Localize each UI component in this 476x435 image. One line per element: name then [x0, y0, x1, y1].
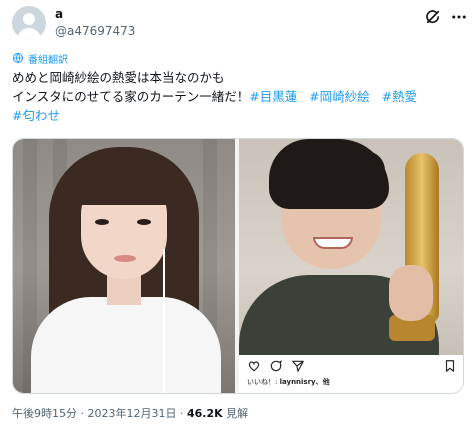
avatar-body-shape	[17, 28, 41, 40]
user-handle[interactable]: @a47697473	[55, 24, 135, 38]
hashtag-meguro-ren[interactable]: #目黒蓮	[249, 89, 297, 104]
display-name[interactable]: a	[55, 7, 63, 21]
translate-link[interactable]: 番組翻訳	[12, 51, 68, 66]
hashtag-niowase[interactable]: #匂わせ	[12, 108, 60, 123]
share-icon[interactable]	[291, 359, 305, 373]
likes-users: laynnisry、他	[279, 378, 330, 386]
heart-icon[interactable]	[247, 359, 261, 373]
avatar-head-shape	[23, 13, 35, 25]
lip-shape	[114, 255, 136, 262]
tweet-time[interactable]: 午後9時15分	[12, 407, 77, 420]
eye-shape	[137, 219, 151, 225]
earphone-cable	[163, 249, 165, 393]
neck-shape	[107, 275, 141, 305]
translate-label: 番組翻訳	[28, 54, 68, 66]
views-label: 見解	[226, 407, 249, 420]
tweet-meta: 午後9時15分 · 2023年12月31日 · 46.2K 見解	[12, 405, 248, 421]
bangs-shape	[75, 165, 173, 205]
view-count: 46.2K	[187, 407, 223, 420]
meta-separator: ·	[180, 407, 184, 420]
likes-prefix: いいね！:	[247, 378, 278, 386]
photo-left-woman[interactable]	[13, 139, 235, 393]
tweet-header: a @a47697473	[12, 6, 466, 46]
eye-shape	[95, 219, 109, 225]
tweet-date[interactable]: 2023年12月31日	[88, 407, 177, 420]
meta-separator: ·	[80, 407, 85, 420]
tweet-media[interactable]: いいね！: laynnisry、他	[12, 138, 464, 394]
fringe-shape	[277, 151, 385, 185]
tweet-line-2: インスタにのせてる家のカーテン一緒だ！#目黒蓮 #岡崎紗絵 #熱愛	[12, 87, 468, 106]
tweet-line-2-text: インスタにのせてる家のカーテン一緒だ！	[12, 89, 250, 104]
globe-icon	[13, 53, 23, 64]
grok-icon[interactable]	[424, 8, 442, 26]
photo-right-man	[239, 139, 463, 355]
instagram-action-bar	[239, 357, 463, 375]
hashtag-netsuai[interactable]: #熱愛	[382, 89, 417, 104]
instagram-likes: いいね！: laynnisry、他	[247, 377, 330, 387]
bookmark-icon[interactable]	[443, 359, 457, 373]
tweet-text: めめと岡崎紗絵の熱愛は本当なのかも インスタにのせてる家のカーテン一緒だ！#目黒…	[12, 68, 468, 125]
tweet-line-3: #匂わせ	[12, 106, 468, 125]
instagram-post[interactable]: いいね！: laynnisry、他	[239, 139, 463, 393]
hashtag-okazaki-sae[interactable]: #岡崎紗絵	[309, 89, 369, 104]
shirt-shape	[31, 297, 221, 393]
comment-icon[interactable]	[269, 359, 283, 373]
avatar[interactable]	[12, 6, 46, 40]
tweet-line-1: めめと岡崎紗絵の熱愛は本当なのかも	[12, 70, 225, 85]
smile-shape	[313, 237, 353, 249]
hand-shape	[389, 265, 433, 321]
more-icon[interactable]	[450, 8, 468, 26]
